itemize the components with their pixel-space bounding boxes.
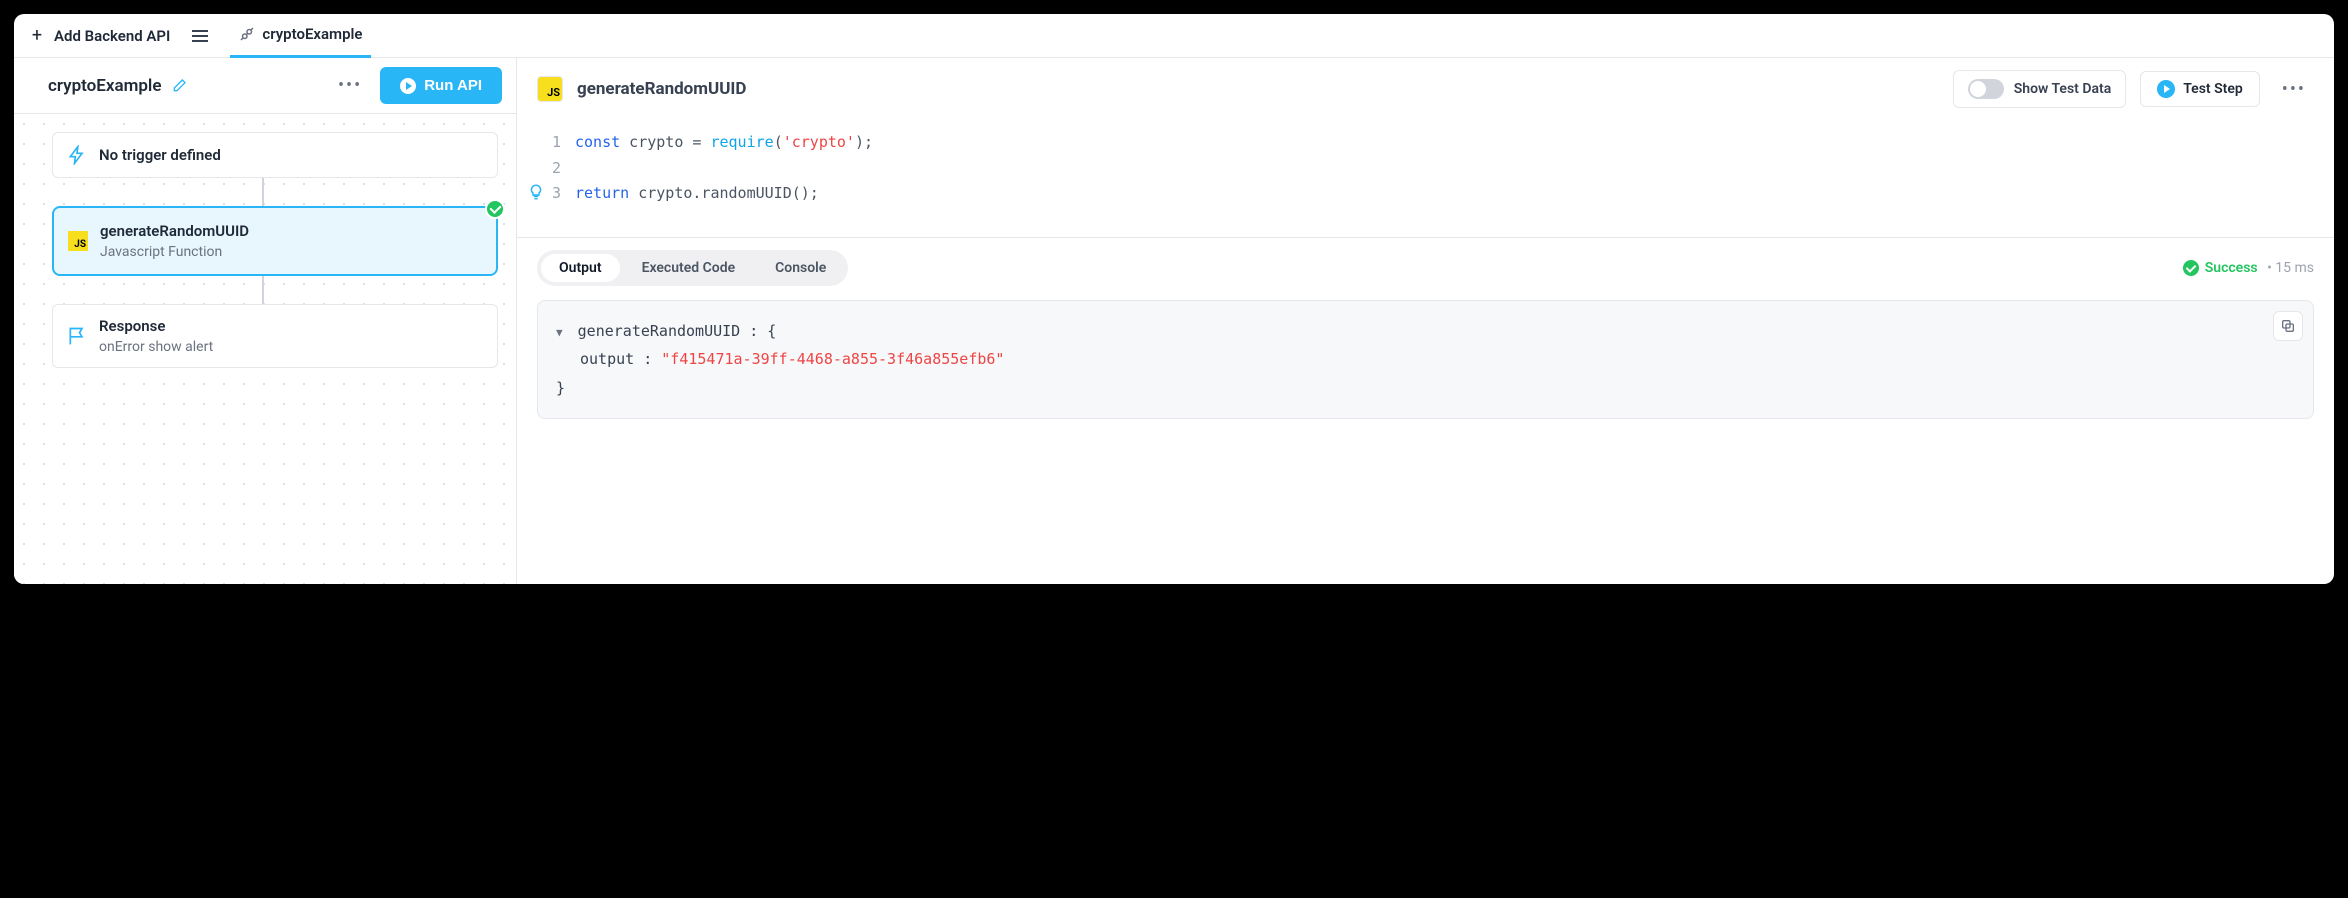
copy-button[interactable] xyxy=(2273,311,2303,341)
step-subtitle: Javascript Function xyxy=(100,244,249,260)
output-value: "f415471a-39ff-4468-a855-3f46a855efb6" xyxy=(661,350,1004,368)
show-test-data-toggle[interactable]: Show Test Data xyxy=(1953,70,2127,108)
tab-label: cryptoExample xyxy=(262,25,362,43)
timing: 15 ms xyxy=(2275,260,2314,276)
check-icon xyxy=(2183,260,2199,276)
toggle-icon xyxy=(1968,79,2004,99)
connector xyxy=(262,276,264,304)
content-step-title: generateRandomUUID xyxy=(577,79,746,99)
response-subtitle: onError show alert xyxy=(99,339,213,355)
trigger-card[interactable]: No trigger defined xyxy=(52,132,498,178)
add-backend-api-label: Add Backend API xyxy=(54,27,170,45)
topbar: + Add Backend API cryptoExample xyxy=(14,14,2334,58)
api-name: cryptoExample xyxy=(48,76,161,96)
copy-icon xyxy=(2280,318,2296,334)
step-title: generateRandomUUID xyxy=(100,222,249,240)
run-api-label: Run API xyxy=(424,77,482,94)
sidebar: cryptoExample ••• Run API No trigger def… xyxy=(14,58,517,584)
more-icon[interactable]: ••• xyxy=(330,71,370,100)
plus-icon: + xyxy=(28,27,46,45)
flag-icon xyxy=(67,326,87,346)
main: cryptoExample ••• Run API No trigger def… xyxy=(14,58,2334,584)
tab-output[interactable]: Output xyxy=(541,254,620,282)
play-icon xyxy=(400,78,416,94)
trigger-title: No trigger defined xyxy=(99,146,221,164)
content: JS generateRandomUUID Show Test Data Tes… xyxy=(517,58,2334,584)
content-header: JS generateRandomUUID Show Test Data Tes… xyxy=(517,58,2334,120)
js-icon: JS xyxy=(68,231,88,251)
test-step-label: Test Step xyxy=(2183,81,2243,97)
lightning-icon xyxy=(67,145,87,165)
app-window: + Add Backend API cryptoExample cryptoEx… xyxy=(14,14,2334,584)
plug-icon xyxy=(238,25,256,43)
connector xyxy=(262,178,264,206)
js-icon: JS xyxy=(537,76,563,102)
menu-icon[interactable] xyxy=(188,26,212,46)
pencil-icon[interactable] xyxy=(171,78,187,94)
sidebar-header: cryptoExample ••• Run API xyxy=(14,58,516,114)
response-card[interactable]: Response onError show alert xyxy=(52,304,498,368)
status-badge: Success • 15 ms xyxy=(2183,260,2314,276)
more-icon[interactable]: ••• xyxy=(2274,75,2314,104)
add-backend-api-button[interactable]: + Add Backend API xyxy=(28,27,170,45)
tab-executed-code[interactable]: Executed Code xyxy=(624,254,754,282)
tab-console[interactable]: Console xyxy=(757,254,844,282)
flow-canvas[interactable]: No trigger defined JS generateRandomUUID… xyxy=(14,114,516,584)
play-icon xyxy=(2157,80,2175,98)
output-panel: Output Executed Code Console Success • 1… xyxy=(517,237,2334,440)
step-card[interactable]: JS generateRandomUUID Javascript Functio… xyxy=(52,206,498,276)
success-check-icon xyxy=(485,199,505,219)
lightbulb-icon[interactable] xyxy=(527,183,545,201)
status-label: Success xyxy=(2205,260,2258,276)
tab-cryptoexample[interactable]: cryptoExample xyxy=(230,14,370,58)
output-tabs: Output Executed Code Console Success • 1… xyxy=(537,250,2314,286)
caret-down-icon[interactable]: ▼ xyxy=(556,326,563,339)
response-title: Response xyxy=(99,317,213,335)
test-step-button[interactable]: Test Step xyxy=(2140,71,2260,107)
code-editor[interactable]: 1 const crypto = require('crypto'); 2 3 xyxy=(517,120,2334,237)
run-api-button[interactable]: Run API xyxy=(380,67,502,104)
show-test-data-label: Show Test Data xyxy=(2014,81,2112,97)
output-body: ▼ generateRandomUUID : { output : "f4154… xyxy=(537,300,2314,420)
